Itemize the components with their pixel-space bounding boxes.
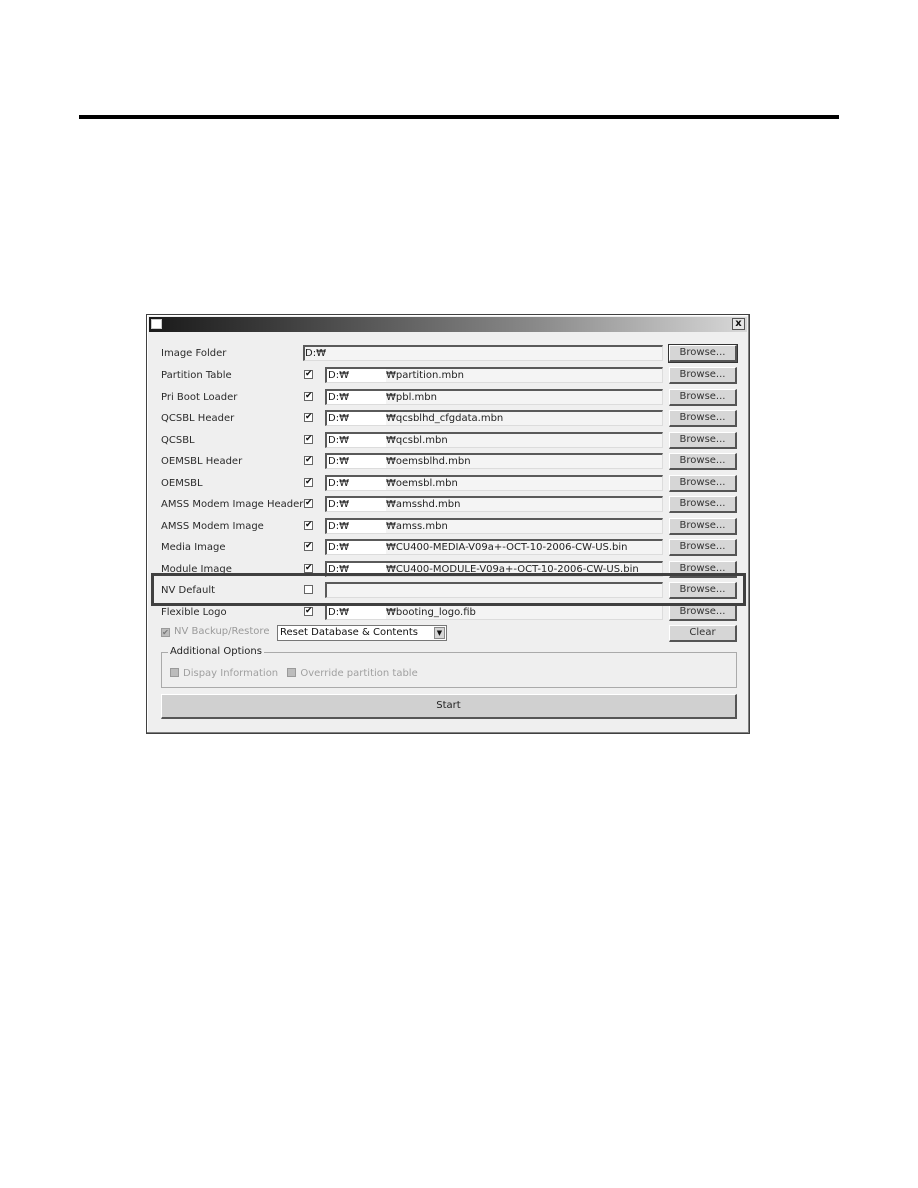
row-enable-checkbox[interactable]: ✔ xyxy=(304,413,313,422)
path-drive: D:₩ xyxy=(327,434,386,447)
chevron-down-icon[interactable]: ▼ xyxy=(434,627,445,639)
path-drive: D:₩ xyxy=(327,498,386,511)
row-browse-button[interactable]: Browse... xyxy=(669,582,737,599)
row-browse-button[interactable]: Browse... xyxy=(669,518,737,535)
row-browse-button[interactable]: Browse... xyxy=(669,389,737,406)
row-label: AMSS Modem Image xyxy=(161,521,264,532)
row-browse-button[interactable]: Browse... xyxy=(669,561,737,578)
row-path-input[interactable]: D:₩ ₩pbl.mbn xyxy=(325,389,663,405)
row-browse-button[interactable]: Browse... xyxy=(669,410,737,427)
row-path-input[interactable]: D:₩ ₩oemsblhd.mbn xyxy=(325,453,663,469)
row-path-input[interactable]: D:₩ ₩qcsblhd_cfgdata.mbn xyxy=(325,410,663,426)
override-partition-label: Override partition table xyxy=(300,668,418,679)
row-label: Module Image xyxy=(161,564,232,575)
row-browse-button[interactable]: Browse... xyxy=(669,604,737,621)
row-path-input[interactable]: D:₩ ₩partition.mbn xyxy=(325,367,663,383)
row-enable-checkbox[interactable]: ✔ xyxy=(304,607,313,616)
path-filename: ₩CU400-MEDIA-V09a+-OCT-10-2006-CW-US.bin xyxy=(386,542,628,553)
row-label: NV Default xyxy=(161,585,216,596)
row-label: OEMSBL Header xyxy=(161,456,243,467)
row-browse-button[interactable]: Browse... xyxy=(669,432,737,449)
row-enable-checkbox[interactable]: ✔ xyxy=(304,392,313,401)
path-filename: ₩qcsbl.mbn xyxy=(386,435,448,446)
path-filename: ₩oemsblhd.mbn xyxy=(386,456,471,467)
row-path-input[interactable]: D:₩ ₩CU400-MODULE-V09a+-OCT-10-2006-CW-US… xyxy=(325,561,663,577)
row-enable-checkbox[interactable]: ✔ xyxy=(304,542,313,551)
nv-mode-value: Reset Database & Contents xyxy=(280,627,418,638)
path-drive: D:₩ xyxy=(327,412,386,425)
image-folder-input[interactable]: D:₩ xyxy=(303,345,663,361)
row-enable-checkbox[interactable]: ✔ xyxy=(304,521,313,530)
additional-options-group: Additional Options Dispay Information Ov… xyxy=(161,646,737,688)
row-browse-button[interactable]: Browse... xyxy=(669,453,737,470)
close-button[interactable]: x xyxy=(732,318,745,330)
nv-backup-label: NV Backup/Restore xyxy=(174,626,270,637)
path-drive: D:₩ xyxy=(327,369,386,382)
row-enable-checkbox[interactable]: ✔ xyxy=(304,456,313,465)
row-label: Partition Table xyxy=(161,370,232,381)
row-browse-button[interactable]: Browse... xyxy=(669,475,737,492)
row-label: Flexible Logo xyxy=(161,607,227,618)
row-label: OEMSBL xyxy=(161,478,203,489)
row-path-input[interactable]: D:₩ ₩oemsbl.mbn xyxy=(325,475,663,491)
row-enable-checkbox[interactable] xyxy=(304,585,313,594)
path-filename: ₩qcsblhd_cfgdata.mbn xyxy=(386,413,504,424)
row-path-input[interactable]: D:₩ ₩booting_logo.fib xyxy=(325,604,663,620)
path-filename: ₩oemsbl.mbn xyxy=(386,478,458,489)
row-browse-button[interactable]: Browse... xyxy=(669,496,737,513)
path-filename: ₩amsshd.mbn xyxy=(386,499,461,510)
row-browse-button[interactable]: Browse... xyxy=(669,367,737,384)
row-enable-checkbox[interactable]: ✔ xyxy=(304,564,313,573)
start-button[interactable]: Start xyxy=(161,694,737,719)
image-folder-browse-button[interactable]: Browse... xyxy=(668,344,738,363)
row-browse-button[interactable]: Browse... xyxy=(669,539,737,556)
row-label: QCSBL xyxy=(161,435,195,446)
display-information-label: Dispay Information xyxy=(183,668,279,679)
row-path-input[interactable]: D:₩ ₩qcsbl.mbn xyxy=(325,432,663,448)
row-enable-checkbox[interactable]: ✔ xyxy=(304,499,313,508)
row-path-input[interactable] xyxy=(325,582,663,598)
image-folder-label: Image Folder xyxy=(161,348,227,359)
title-bar[interactable]: x xyxy=(149,317,747,332)
nv-mode-select[interactable]: Reset Database & Contents ▼ xyxy=(277,625,447,641)
row-path-input[interactable]: D:₩ ₩CU400-MEDIA-V09a+-OCT-10-2006-CW-US.… xyxy=(325,539,663,555)
checkbox-icon xyxy=(287,668,297,677)
path-drive: D:₩ xyxy=(327,477,386,490)
additional-options-legend: Additional Options xyxy=(168,646,264,657)
nv-backup-restore-checkbox[interactable]: ✔ NV Backup/Restore xyxy=(161,626,269,637)
row-enable-checkbox[interactable]: ✔ xyxy=(304,478,313,487)
row-path-input[interactable]: D:₩ ₩amss.mbn xyxy=(325,518,663,534)
path-drive: D:₩ xyxy=(327,455,386,468)
download-dialog: x Image Folder D:₩ Browse... Partition T… xyxy=(146,314,750,734)
override-partition-checkbox[interactable]: Override partition table xyxy=(287,668,418,679)
path-drive: D:₩ xyxy=(327,541,386,554)
nv-backup-check-icon: ✔ xyxy=(161,628,170,637)
row-enable-checkbox[interactable]: ✔ xyxy=(304,370,313,379)
display-information-checkbox[interactable]: Dispay Information xyxy=(170,668,278,679)
path-drive: D:₩ xyxy=(327,520,386,533)
path-filename: ₩pbl.mbn xyxy=(386,392,437,403)
path-drive: D:₩ xyxy=(327,391,386,404)
path-drive: D:₩ xyxy=(327,563,386,576)
row-enable-checkbox[interactable]: ✔ xyxy=(304,435,313,444)
path-filename: ₩booting_logo.fib xyxy=(386,607,476,618)
row-label: Media Image xyxy=(161,542,226,553)
row-label: Pri Boot Loader xyxy=(161,392,238,403)
clear-button[interactable]: Clear xyxy=(669,625,737,642)
path-filename: ₩amss.mbn xyxy=(386,521,448,532)
path-filename: ₩CU400-MODULE-V09a+-OCT-10-2006-CW-US.bi… xyxy=(386,564,639,575)
row-label: AMSS Modem Image Header xyxy=(161,499,304,510)
path-filename: ₩partition.mbn xyxy=(386,370,464,381)
checkbox-icon xyxy=(170,668,179,677)
path-drive: D:₩ xyxy=(327,606,386,619)
page-header-rule xyxy=(79,115,839,119)
row-label: QCSBL Header xyxy=(161,413,235,424)
app-icon xyxy=(151,319,162,329)
row-path-input[interactable]: D:₩ ₩amsshd.mbn xyxy=(325,496,663,512)
